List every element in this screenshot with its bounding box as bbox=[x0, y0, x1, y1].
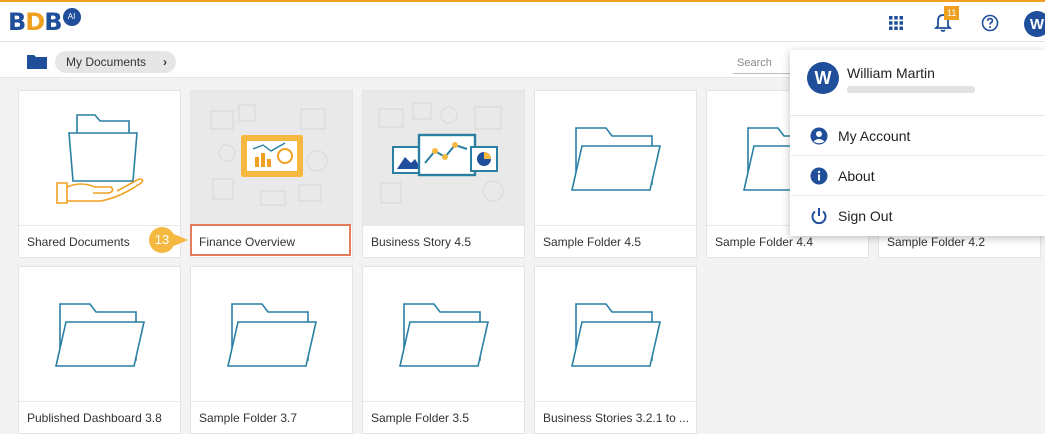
logo-ai-badge: AI bbox=[62, 8, 81, 26]
chevron-right-icon: › bbox=[163, 55, 168, 69]
apps-grid-icon[interactable] bbox=[883, 10, 909, 36]
shared-folder-thumbnail bbox=[19, 91, 180, 225]
folder-icon bbox=[570, 303, 661, 367]
folder-thumbnail bbox=[535, 267, 696, 401]
info-icon bbox=[809, 166, 829, 186]
tile-label: Business Story 4.5 bbox=[363, 225, 524, 258]
user-icon bbox=[809, 126, 829, 146]
tile-label: Business Stories 3.2.1 to ... bbox=[535, 401, 696, 434]
notification-badge: 11 bbox=[944, 6, 960, 20]
folder-tile[interactable]: Business Stories 3.2.1 to ... bbox=[534, 266, 697, 434]
folder-thumbnail bbox=[535, 91, 696, 225]
folder-tile[interactable]: Sample Folder 4.5 bbox=[534, 90, 697, 258]
logo-text: BDB bbox=[8, 8, 63, 36]
user-avatar-button[interactable]: W bbox=[1024, 11, 1045, 37]
folder-icon bbox=[226, 303, 317, 367]
menu-item-my-account[interactable]: My Account bbox=[790, 116, 1045, 156]
folder-icon bbox=[398, 303, 489, 367]
folder-thumbnail bbox=[363, 267, 524, 401]
tile-label: Sample Folder 3.5 bbox=[363, 401, 524, 434]
folder-tile[interactable]: Sample Folder 3.5 bbox=[362, 266, 525, 434]
dashboard-thumbnail bbox=[191, 91, 352, 225]
highlight-box bbox=[190, 224, 351, 256]
folder-tile[interactable]: Published Dashboard 3.8 bbox=[18, 266, 181, 434]
top-bar: BDB AI 11 W bbox=[0, 0, 1045, 42]
notification-bell-icon[interactable]: 11 bbox=[930, 6, 960, 36]
tile-label: Sample Folder 3.7 bbox=[191, 401, 352, 434]
story-tile[interactable]: Business Story 4.5 bbox=[362, 90, 525, 258]
breadcrumb-label: My Documents bbox=[66, 55, 147, 69]
breadcrumb-my-documents[interactable]: My Documents › bbox=[55, 51, 177, 73]
app-logo[interactable]: BDB AI bbox=[8, 7, 81, 37]
folder-icon bbox=[570, 127, 661, 191]
user-menu-header: W William Martin bbox=[790, 50, 1045, 116]
user-email-blurred bbox=[847, 86, 975, 93]
help-icon[interactable] bbox=[977, 10, 1003, 36]
user-name: William Martin bbox=[847, 65, 935, 81]
folder-tile[interactable]: Sample Folder 3.7 bbox=[190, 266, 353, 434]
user-menu-dropdown: W William Martin My Account About Sign O… bbox=[790, 50, 1045, 236]
power-icon bbox=[809, 206, 829, 226]
step-marker: 13 bbox=[149, 227, 175, 253]
folder-icon bbox=[27, 55, 47, 69]
folder-icon bbox=[54, 303, 145, 367]
step-arrow bbox=[174, 234, 188, 246]
tile-label: Published Dashboard 3.8 bbox=[19, 401, 180, 434]
tile-label: Sample Folder 4.5 bbox=[535, 225, 696, 258]
folder-thumbnail bbox=[191, 267, 352, 401]
search-input[interactable]: Search bbox=[733, 52, 793, 74]
avatar: W bbox=[807, 62, 839, 94]
finance-chart-icon bbox=[210, 104, 328, 206]
story-thumbnail bbox=[363, 91, 524, 225]
menu-item-label: My Account bbox=[838, 127, 911, 144]
business-story-icon bbox=[378, 102, 504, 204]
folder-thumbnail bbox=[19, 267, 180, 401]
menu-item-label: Sign Out bbox=[838, 208, 893, 224]
menu-item-sign-out[interactable]: Sign Out bbox=[790, 196, 1045, 236]
shared-folder-hand-icon bbox=[55, 114, 143, 204]
menu-item-label: About bbox=[838, 167, 875, 184]
menu-item-about[interactable]: About bbox=[790, 156, 1045, 196]
